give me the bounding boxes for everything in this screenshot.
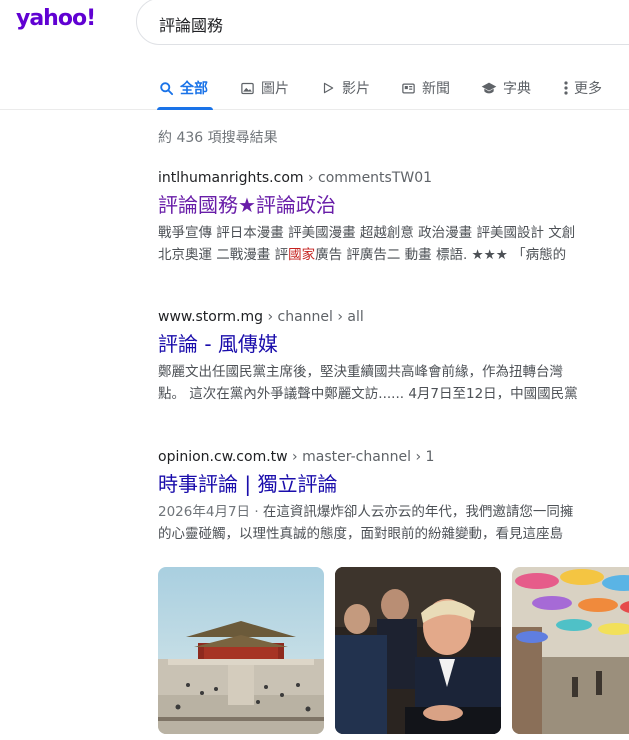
tab-all[interactable]: 全部 (158, 76, 208, 100)
snippet-line: 戰爭宣傳 評日本漫畫 評美國漫畫 超越創意 政治漫畫 評美國設計 文創 (158, 225, 576, 241)
result-domain: opinion.cw.com.tw (158, 449, 288, 465)
tab-more[interactable]: 更多 (562, 76, 602, 100)
active-tab-indicator (157, 107, 213, 110)
tab-dictionary-label: 字典 (503, 81, 531, 97)
result-path: › commentsTW01 (303, 170, 433, 186)
snippet-line: 鄭麗文出任國民黨主席後，堅決重續國共高峰會前緣，作為扭轉台灣 (158, 364, 563, 380)
tab-all-label: 全部 (180, 81, 208, 97)
play-icon (320, 80, 336, 96)
result-title[interactable]: 評論 - 風傳媒 (158, 331, 629, 357)
search-result: opinion.cw.com.tw › master-channel › 1 時… (158, 449, 629, 545)
result-snippet: 戰爭宣傳 評日本漫畫 評美國漫畫 超越創意 政治漫畫 評美國設計 文創 北京奧運… (158, 222, 629, 266)
snippet-line: 的心靈碰觸，以理性真誠的態度，面對眼前的紛雜變動，看見這座島 (158, 526, 563, 542)
tab-news[interactable]: 新聞 (400, 76, 450, 100)
news-icon (400, 80, 416, 96)
snippet-highlight: 國家 (288, 247, 316, 263)
result-title[interactable]: 評論國務★評論政治 (158, 192, 629, 218)
snippet-line: 2026年4月7日 · 在這資訊爆炸卻人云亦云的年代，我們邀請您一同擁 (158, 501, 629, 523)
result-date: 2026年4月7日 · (158, 504, 263, 520)
more-vert-icon (562, 80, 570, 96)
tab-videos-label: 影片 (342, 81, 370, 97)
tab-news-label: 新聞 (422, 81, 450, 97)
mortarboard-icon (481, 80, 497, 96)
result-domain: intlhumanrights.com (158, 170, 304, 186)
result-snippet: 2026年4月7日 · 在這資訊爆炸卻人云亦云的年代，我們邀請您一同擁 的心靈碰… (158, 501, 629, 545)
search-tabs: 全部 圖片 影片 新聞 字典 更多 (0, 74, 629, 110)
meeting-photo-image[interactable] (335, 567, 501, 734)
tab-videos[interactable]: 影片 (320, 76, 370, 100)
search-query[interactable]: 評論國務 (159, 12, 223, 36)
result-path: › master-channel › 1 (287, 449, 435, 465)
tab-more-label: 更多 (574, 81, 602, 97)
result-snippet: 鄭麗文出任國民黨主席後，堅決重續國共高峰會前緣，作為扭轉台灣 點。 這次在黨內外… (158, 361, 629, 405)
result-url[interactable]: intlhumanrights.com › commentsTW01 (158, 170, 629, 186)
result-domain: www.storm.mg (158, 309, 263, 325)
search-result: intlhumanrights.com › commentsTW01 評論國務★… (158, 170, 629, 266)
snippet-text: 廣告 評廣告二 動畫 標語. ★★★ 「病態的 (315, 247, 567, 263)
result-url[interactable]: www.storm.mg › channel › all (158, 309, 629, 325)
tab-images-label: 圖片 (261, 81, 289, 97)
search-icon (158, 80, 174, 96)
snippet-line: 點。 這次在黨內外爭議聲中鄭麗文訪...... 4月7日至12日，中國國民黨 (158, 386, 578, 402)
tab-images[interactable]: 圖片 (239, 76, 289, 100)
search-input[interactable]: 評論國務 (136, 0, 629, 45)
search-result: www.storm.mg › channel › all 評論 - 風傳媒 鄭麗… (158, 309, 629, 405)
tab-dictionary[interactable]: 字典 (481, 76, 531, 100)
snippet-line: 北京奧運 二戰漫畫 評國家廣告 評廣告二 動畫 標語. ★★★ 「病態的 (158, 244, 629, 266)
result-image-strip (158, 567, 629, 734)
yahoo-logo[interactable]: yahoo! (16, 6, 96, 31)
snippet-text: 在這資訊爆炸卻人云亦云的年代，我們邀請您一同擁 (262, 504, 574, 520)
snippet-text: 北京奧運 二戰漫畫 評 (158, 247, 289, 263)
umbrella-street-image[interactable] (512, 567, 629, 734)
result-path: › channel › all (263, 309, 364, 325)
result-title[interactable]: 時事評論 | 獨立評論 (158, 471, 629, 497)
result-url[interactable]: opinion.cw.com.tw › master-channel › 1 (158, 449, 629, 465)
forbidden-city-image[interactable] (158, 567, 324, 734)
image-icon (239, 80, 255, 96)
result-stats: 約 436 項搜尋結果 (158, 130, 278, 146)
